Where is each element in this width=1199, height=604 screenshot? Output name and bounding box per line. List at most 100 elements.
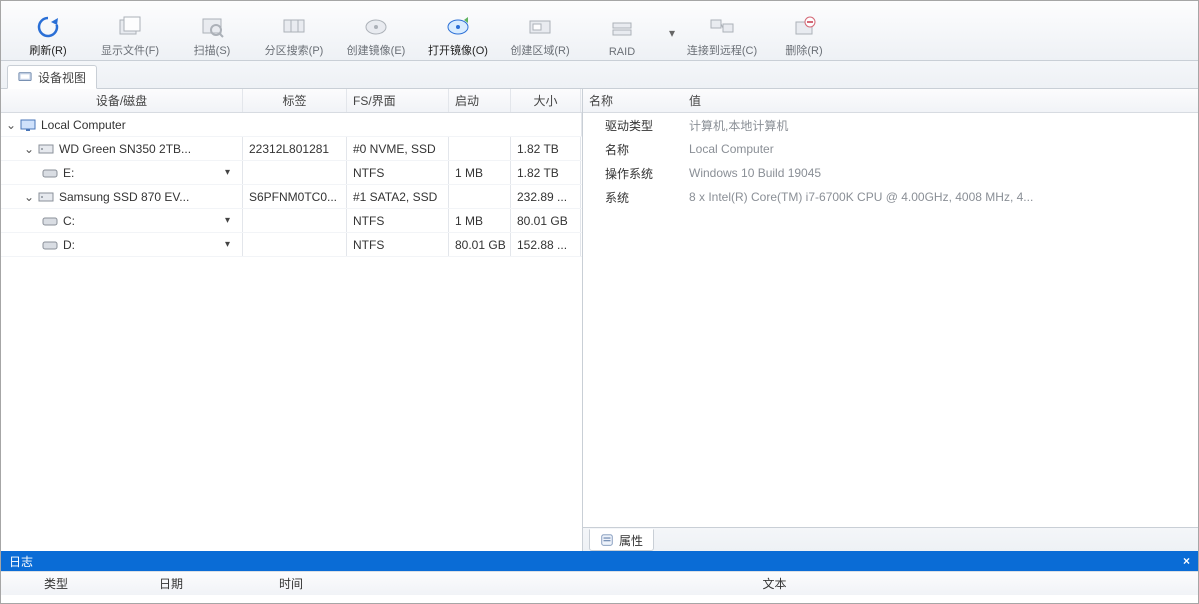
toolbar-label: 刷新(R) [29, 42, 66, 58]
tree-expand-icon[interactable]: ⌄ [5, 118, 17, 132]
properties-header: 名称 值 [583, 89, 1198, 113]
cell-label: S6PFNM0TC0... [243, 185, 347, 208]
properties-tab-label: 属性 [619, 532, 643, 549]
volume-dropdown-icon[interactable]: ▾ [225, 167, 236, 178]
header-size[interactable]: 大小 [511, 89, 581, 112]
computer-icon [19, 118, 37, 132]
device-name: WD Green SN350 2TB... [59, 142, 236, 156]
view-tabstrip: 设备视图 [1, 61, 1198, 89]
property-name: 操作系统 [583, 165, 683, 182]
device-grid-header: 设备/磁盘 标签 FS/界面 启动 大小 [1, 89, 582, 113]
tree-volume[interactable]: C:▾NTFS1 MB80.01 GB [1, 209, 582, 233]
toolbar-label: 打开镜像(O) [428, 42, 488, 58]
show-files-button[interactable]: 显示文件(F) [91, 6, 169, 58]
raid-icon [606, 17, 638, 45]
toolbar-label: 分区搜索(P) [265, 42, 324, 58]
remote-icon [706, 13, 738, 41]
toolbar-label: 显示文件(F) [101, 42, 159, 58]
toolbar-label: 创建区域(R) [510, 42, 569, 58]
property-value: 8 x Intel(R) Core(TM) i7-6700K CPU @ 4.0… [683, 190, 1198, 204]
connect-remote-button[interactable]: 连接到远程(C) [683, 6, 761, 58]
tree-expand-icon[interactable]: ⌄ [23, 142, 35, 156]
cell-size: 232.89 ... [511, 185, 581, 208]
header-prop-value[interactable]: 值 [683, 89, 1198, 112]
raid-button[interactable]: RAID [583, 6, 661, 58]
property-name: 系统 [583, 189, 683, 206]
device-name: Local Computer [41, 118, 575, 132]
log-header-text[interactable]: 文本 [351, 572, 1198, 595]
create-image-button[interactable]: 创建镜像(E) [337, 6, 415, 58]
cell-boot [449, 185, 511, 208]
partsearch-icon [278, 13, 310, 41]
tab-properties[interactable]: 属性 [589, 529, 654, 551]
header-prop-name[interactable]: 名称 [583, 89, 683, 112]
log-titlebar[interactable]: 日志 × [1, 551, 1198, 571]
cell-fs: #0 NVME, SSD [347, 137, 449, 160]
log-header-time[interactable]: 时间 [231, 572, 351, 595]
region-icon [524, 13, 556, 41]
delete-button[interactable]: 删除(R) [765, 6, 843, 58]
cell-size: 152.88 ... [511, 233, 581, 256]
refresh-button[interactable]: 刷新(R) [9, 6, 87, 58]
tree-root[interactable]: ⌄ Local Computer [1, 113, 582, 137]
cell-fs: NTFS [347, 233, 449, 256]
tree-volume[interactable]: D:▾ NTFS80.01 GB152.88 ... [1, 233, 582, 257]
tree-disk[interactable]: ⌄WD Green SN350 2TB...22312L801281#0 NVM… [1, 137, 582, 161]
tab-label: 设备视图 [38, 69, 86, 86]
property-row[interactable]: 操作系统Windows 10 Build 19045 [583, 161, 1198, 185]
property-row[interactable]: 名称Local Computer [583, 137, 1198, 161]
header-boot[interactable]: 启动 [449, 89, 511, 112]
cell-size: 1.82 TB [511, 161, 581, 184]
volume-icon [41, 214, 59, 228]
log-close-icon[interactable]: × [1183, 554, 1190, 568]
partition-search-button[interactable]: 分区搜索(P) [255, 6, 333, 58]
toolbar-dropdown-caret[interactable]: ▾ [665, 8, 679, 58]
property-value: 计算机,本地计算机 [683, 117, 1198, 134]
ssd-icon [37, 142, 55, 156]
device-name: Samsung SSD 870 EV... [59, 190, 236, 204]
tab-icon [18, 70, 32, 84]
cell-boot: 1 MB [449, 209, 511, 232]
tree-volume[interactable]: E:▾NTFS1 MB1.82 TB [1, 161, 582, 185]
header-fs[interactable]: FS/界面 [347, 89, 449, 112]
property-row[interactable]: 系统8 x Intel(R) Core(TM) i7-6700K CPU @ 4… [583, 185, 1198, 209]
cell-label [243, 161, 347, 184]
volume-icon [41, 166, 59, 180]
device-tree-pane: 设备/磁盘 标签 FS/界面 启动 大小 ⌄ Local Computer ⌄ WD … [1, 89, 583, 551]
tree-expand-icon[interactable]: ⌄ [23, 190, 35, 204]
header-label[interactable]: 标签 [243, 89, 347, 112]
refresh-icon [32, 13, 64, 41]
cell-boot: 80.01 GB [449, 233, 511, 256]
device-name: E: [63, 166, 225, 180]
log-header-type[interactable]: 类型 [1, 572, 111, 595]
log-header-date[interactable]: 日期 [111, 572, 231, 595]
open-image-button[interactable]: 打开镜像(O) [419, 6, 497, 58]
createimg-icon [360, 13, 392, 41]
cell-fs: #1 SATA2, SSD [347, 185, 449, 208]
cell-boot [449, 137, 511, 160]
ssd-icon [37, 190, 55, 204]
main-toolbar: 刷新(R) 显示文件(F) 扫描(S) 分区搜索(P) 创建镜像(E) 打开镜像(O) 创建… [1, 1, 1198, 61]
device-name: D: [63, 238, 225, 252]
tab-device-view[interactable]: 设备视图 [7, 65, 97, 89]
properties-tab-icon [600, 533, 614, 547]
create-region-button[interactable]: 创建区域(R) [501, 6, 579, 58]
toolbar-label: 删除(R) [785, 42, 822, 58]
volume-dropdown-icon[interactable]: ▾ [225, 215, 236, 226]
header-device[interactable]: 设备/磁盘 [1, 89, 243, 112]
cell-label [243, 233, 347, 256]
cell-size: 1.82 TB [511, 137, 581, 160]
scan-icon [196, 13, 228, 41]
property-row[interactable]: 驱动类型计算机,本地计算机 [583, 113, 1198, 137]
delete-icon [788, 13, 820, 41]
volume-dropdown-icon[interactable]: ▾ [225, 239, 236, 250]
cell-fs: NTFS [347, 161, 449, 184]
property-name: 名称 [583, 141, 683, 158]
property-value: Local Computer [683, 142, 1198, 156]
openimg-icon [442, 13, 474, 41]
log-header: 类型 日期 时间 文本 [1, 571, 1198, 595]
log-title: 日志 [9, 553, 33, 570]
tree-disk[interactable]: ⌄ Samsung SSD 870 EV... S6PFNM0TC0...#1 SA… [1, 185, 582, 209]
scan-button[interactable]: 扫描(S) [173, 6, 251, 58]
toolbar-label: 扫描(S) [194, 42, 231, 58]
